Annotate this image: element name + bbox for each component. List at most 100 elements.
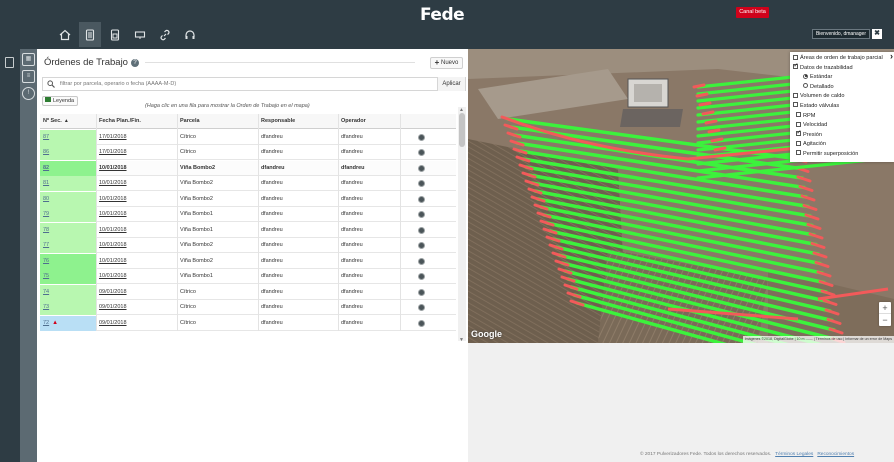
row-options-icon[interactable]: [418, 211, 425, 218]
date-cell-text[interactable]: 17/01/2018: [99, 149, 127, 155]
nav-home[interactable]: [54, 22, 76, 47]
date-cell-text[interactable]: 09/01/2018: [99, 320, 127, 326]
nav-reports[interactable]: [104, 22, 126, 47]
table-scrollbar[interactable]: ▲ ▼: [458, 107, 466, 343]
seq-link[interactable]: 87: [43, 134, 49, 140]
row-options-icon[interactable]: [418, 226, 425, 234]
layer-option[interactable]: RPM: [793, 112, 892, 122]
date-cell-text[interactable]: 09/01/2018: [99, 304, 127, 310]
zoom-in-button[interactable]: +: [879, 302, 891, 314]
table-row[interactable]: 87 17/01/2018 Cítrico dfandreu dfandreu: [40, 129, 456, 145]
row-options-icon[interactable]: [418, 164, 425, 172]
seq-link[interactable]: 80: [43, 196, 49, 202]
checkbox[interactable]: [796, 140, 801, 146]
row-options-icon[interactable]: [418, 242, 425, 249]
table-row[interactable]: 77 10/01/2018 Viña Bombo2 dfandreu dfandreu: [40, 238, 456, 253]
table-row[interactable]: 78 10/01/2018 Viña Bombo1 dfandreu dfandreu: [40, 222, 456, 238]
row-options-icon[interactable]: [418, 257, 425, 265]
document-icon[interactable]: [5, 57, 14, 68]
scroll-down-icon[interactable]: ▼: [459, 337, 464, 343]
date-cell-text[interactable]: 10/01/2018: [99, 258, 127, 264]
table-row[interactable]: 80 10/01/2018 Viña Bombo2 dfandreu dfandreu: [40, 191, 456, 207]
date-cell-text[interactable]: 09/01/2018: [99, 289, 127, 295]
date-cell-text[interactable]: 10/01/2018: [99, 211, 127, 217]
seq-link[interactable]: 74: [43, 289, 49, 295]
sort-asc-icon[interactable]: ▲: [64, 118, 69, 124]
seq-link[interactable]: 72: [43, 320, 49, 326]
table-row[interactable]: 81 10/01/2018 Viña Bombo2 dfandreu dfandreu: [40, 176, 456, 191]
column-header[interactable]: Nº Sec. ▲: [40, 114, 96, 129]
row-options-icon[interactable]: [418, 133, 425, 141]
layer-option[interactable]: Estándar: [793, 73, 892, 83]
radio-button[interactable]: [803, 73, 808, 79]
checkbox[interactable]: [793, 54, 798, 60]
nav-support[interactable]: [179, 22, 201, 47]
layer-option[interactable]: Permitir superposición: [793, 150, 892, 160]
layer-option[interactable]: Detallado: [793, 83, 892, 93]
date-cell-text[interactable]: 17/01/2018: [99, 134, 127, 140]
image-icon[interactable]: ▦: [22, 53, 35, 66]
layers-collapse-icon[interactable]: ›: [890, 51, 893, 61]
date-cell-text[interactable]: 10/01/2018: [99, 165, 127, 171]
row-options-icon[interactable]: [418, 273, 425, 280]
seq-link[interactable]: 73: [43, 304, 49, 310]
layer-option[interactable]: Volumen de caldo: [793, 92, 892, 102]
layer-option[interactable]: Datos de trazabilidad: [793, 62, 892, 74]
credits-link[interactable]: Reconocimientos: [817, 452, 854, 457]
nav-links[interactable]: [154, 22, 176, 47]
checkbox[interactable]: [793, 62, 799, 71]
logout-close-icon[interactable]: ✖: [872, 29, 882, 39]
nav-devices[interactable]: [129, 22, 151, 47]
checkbox[interactable]: [793, 92, 798, 98]
seq-link[interactable]: 75: [43, 273, 49, 279]
layer-option[interactable]: Áreas de orden de trabajo parcial: [793, 54, 892, 64]
row-options-icon[interactable]: [418, 319, 425, 327]
seq-link[interactable]: 79: [43, 211, 49, 217]
info-icon[interactable]: !: [22, 87, 35, 100]
checkbox[interactable]: [796, 129, 802, 138]
nav-work-orders[interactable]: [79, 22, 101, 47]
scroll-thumb[interactable]: [459, 113, 465, 147]
checkbox[interactable]: [796, 112, 801, 118]
layer-option[interactable]: Presión: [793, 129, 892, 141]
green-list-icon[interactable]: ≡: [22, 70, 35, 83]
date-cell-text[interactable]: 10/01/2018: [99, 196, 127, 202]
date-cell-text[interactable]: 10/01/2018: [99, 273, 127, 279]
checkbox[interactable]: [796, 121, 801, 127]
row-options-icon[interactable]: [418, 288, 425, 296]
radio-button[interactable]: [803, 83, 808, 89]
seq-link[interactable]: 76: [43, 258, 49, 264]
apply-filter-button[interactable]: Aplicar: [437, 77, 465, 91]
seq-link[interactable]: 78: [43, 227, 49, 233]
table-row[interactable]: 76 10/01/2018 Viña Bombo2 dfandreu dfandreu: [40, 253, 456, 269]
seq-link[interactable]: 86: [43, 149, 49, 155]
legal-terms-link[interactable]: Términos Legales: [775, 452, 813, 457]
checkbox[interactable]: [793, 102, 798, 108]
map-view[interactable]: Google Imágenes ©2018, DigitalGlobe | 10…: [468, 49, 894, 343]
table-row[interactable]: 86 17/01/2018 Cítrico dfandreu dfandreu: [40, 145, 456, 160]
date-cell-text[interactable]: 10/01/2018: [99, 180, 127, 186]
table-row[interactable]: 73 09/01/2018 Cítrico dfandreu dfandreu: [40, 300, 456, 315]
layer-option[interactable]: Agitación: [793, 140, 892, 150]
row-options-icon[interactable]: [418, 149, 425, 156]
checkbox[interactable]: [796, 150, 801, 156]
legend-button[interactable]: Leyenda: [42, 96, 79, 106]
layer-option[interactable]: Estado válvulas: [793, 102, 892, 112]
search-input[interactable]: [60, 79, 420, 89]
row-options-icon[interactable]: [418, 304, 425, 311]
seq-link[interactable]: 82: [43, 165, 49, 171]
welcome-user-button[interactable]: Bienvenido, dmanager: [811, 29, 870, 39]
new-order-button[interactable]: + Nuevo: [430, 57, 463, 69]
seq-link[interactable]: 77: [43, 242, 49, 248]
help-icon[interactable]: ?: [130, 59, 139, 67]
fede-logo[interactable]: Fede: [420, 5, 465, 25]
date-cell-text[interactable]: 10/01/2018: [99, 242, 127, 248]
beta-channel-button[interactable]: Canal beta: [736, 7, 769, 18]
table-row[interactable]: 74 09/01/2018 Cítrico dfandreu dfandreu: [40, 284, 456, 300]
zoom-out-button[interactable]: −: [879, 314, 891, 326]
map-attribution[interactable]: Imágenes ©2018, DigitalGlobe | 10 m ⎯⎯⎯⎯…: [742, 336, 894, 343]
row-options-icon[interactable]: [418, 195, 425, 203]
layer-option[interactable]: Velocidad: [793, 121, 892, 131]
table-row[interactable]: 79 10/01/2018 Viña Bombo1 dfandreu dfandreu: [40, 207, 456, 222]
table-row[interactable]: 75 10/01/2018 Viña Bombo1 dfandreu dfandreu: [40, 269, 456, 284]
